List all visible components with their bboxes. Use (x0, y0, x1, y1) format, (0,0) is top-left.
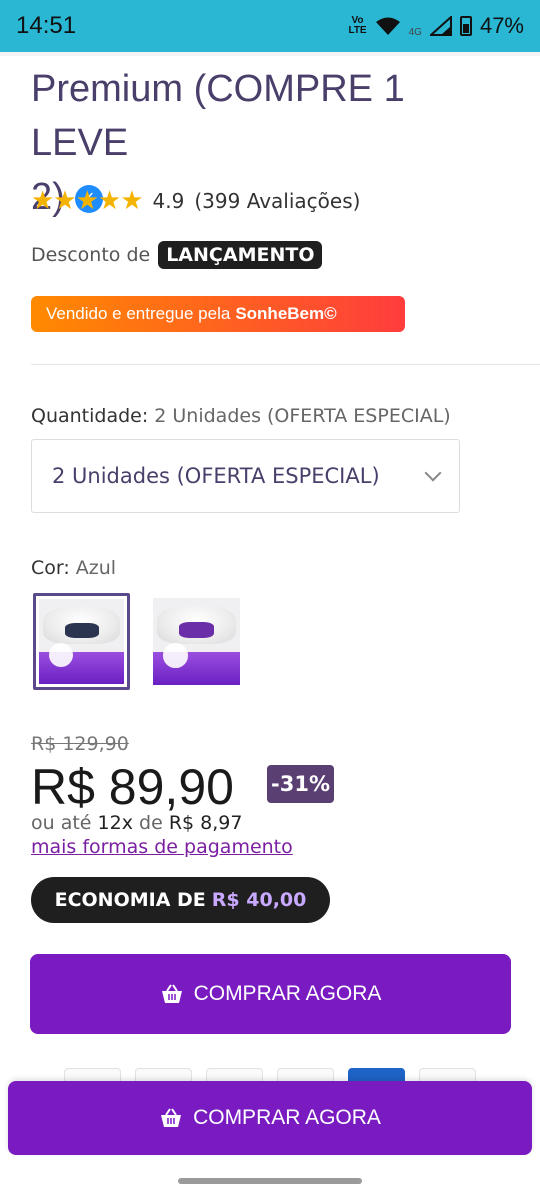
economy-badge: ECONOMIA DE R$ 40,00 (31, 877, 330, 923)
discount-row: Desconto de LANÇAMENTO (31, 241, 323, 269)
sticky-buy-now-label: COMPRAR AGORA (193, 1106, 381, 1129)
product-title-line1: Premium (COMPRE 1 LEVE (31, 68, 405, 164)
home-gesture-pill[interactable] (178, 1178, 362, 1184)
network-type: 4G (408, 26, 422, 38)
rating-row[interactable]: ★★★★★ 4.9 (399 Avaliações) (31, 186, 360, 216)
installment-info: ou até 12x de R$ 8,97 (31, 812, 242, 834)
sticky-buy-now-button[interactable]: COMPRAR AGORA (8, 1081, 532, 1155)
pillow-image (39, 599, 124, 684)
quantity-select[interactable]: 2 Unidades (OFERTA ESPECIAL) (31, 439, 460, 513)
signal-icon (429, 16, 452, 36)
seller-name: SonheBem© (235, 304, 337, 323)
seller-banner: Vendido e entregue pela SonheBem© (31, 296, 405, 332)
discount-percent-badge: -31% (267, 765, 334, 803)
rating-value: 4.9 (152, 189, 185, 213)
reviews-count: (399 Avaliações) (194, 189, 361, 213)
section-divider (31, 364, 540, 365)
old-price: R$ 129,90 (31, 733, 129, 755)
quantity-label-value: 2 Unidades (OFERTA ESPECIAL) (154, 405, 451, 427)
volte-icon: Vo LTE (348, 15, 367, 36)
discount-label: Desconto de (31, 244, 151, 266)
color-label: Cor: Azul (31, 557, 116, 579)
page-header-edge (0, 52, 540, 56)
economy-amount: R$ 40,00 (211, 889, 307, 911)
installment-value: R$ 8,97 (168, 812, 243, 834)
quantity-label: Quantidade: 2 Unidades (OFERTA ESPECIAL) (31, 405, 451, 427)
color-swatch-roxo[interactable] (148, 593, 245, 690)
buy-now-button[interactable]: COMPRAR AGORA (30, 954, 511, 1034)
quantity-label-text: Quantidade: (31, 405, 149, 427)
battery-icon (459, 16, 472, 36)
chevron-down-icon (424, 464, 442, 482)
color-label-value: Azul (75, 557, 117, 579)
pillow-image (153, 598, 240, 685)
current-price: R$ 89,90 (31, 759, 234, 815)
basket-icon (161, 984, 182, 1003)
installment-mid: de (139, 812, 163, 834)
seller-prefix: Vendido e entregue pela (46, 304, 231, 323)
installment-prefix: ou até (31, 812, 92, 834)
basket-icon (161, 1108, 182, 1127)
color-swatch-azul[interactable] (33, 593, 130, 690)
color-label-text: Cor: (31, 557, 70, 579)
status-time: 14:51 (16, 12, 77, 39)
economy-label: ECONOMIA DE (54, 889, 206, 911)
buy-now-label: COMPRAR AGORA (193, 982, 382, 1005)
more-payment-link[interactable]: mais formas de pagamento (31, 836, 293, 858)
installment-count: 12x (97, 812, 133, 834)
status-bar: 14:51 Vo LTE 4G 47% (0, 0, 540, 52)
launch-badge: LANÇAMENTO (158, 241, 323, 269)
battery-percent: 47% (479, 13, 524, 38)
quantity-selected-value: 2 Unidades (OFERTA ESPECIAL) (52, 464, 380, 488)
status-icons: Vo LTE 4G 47% (348, 13, 524, 39)
star-rating-icons: ★★★★★ (31, 186, 144, 216)
wifi-icon (375, 17, 400, 35)
